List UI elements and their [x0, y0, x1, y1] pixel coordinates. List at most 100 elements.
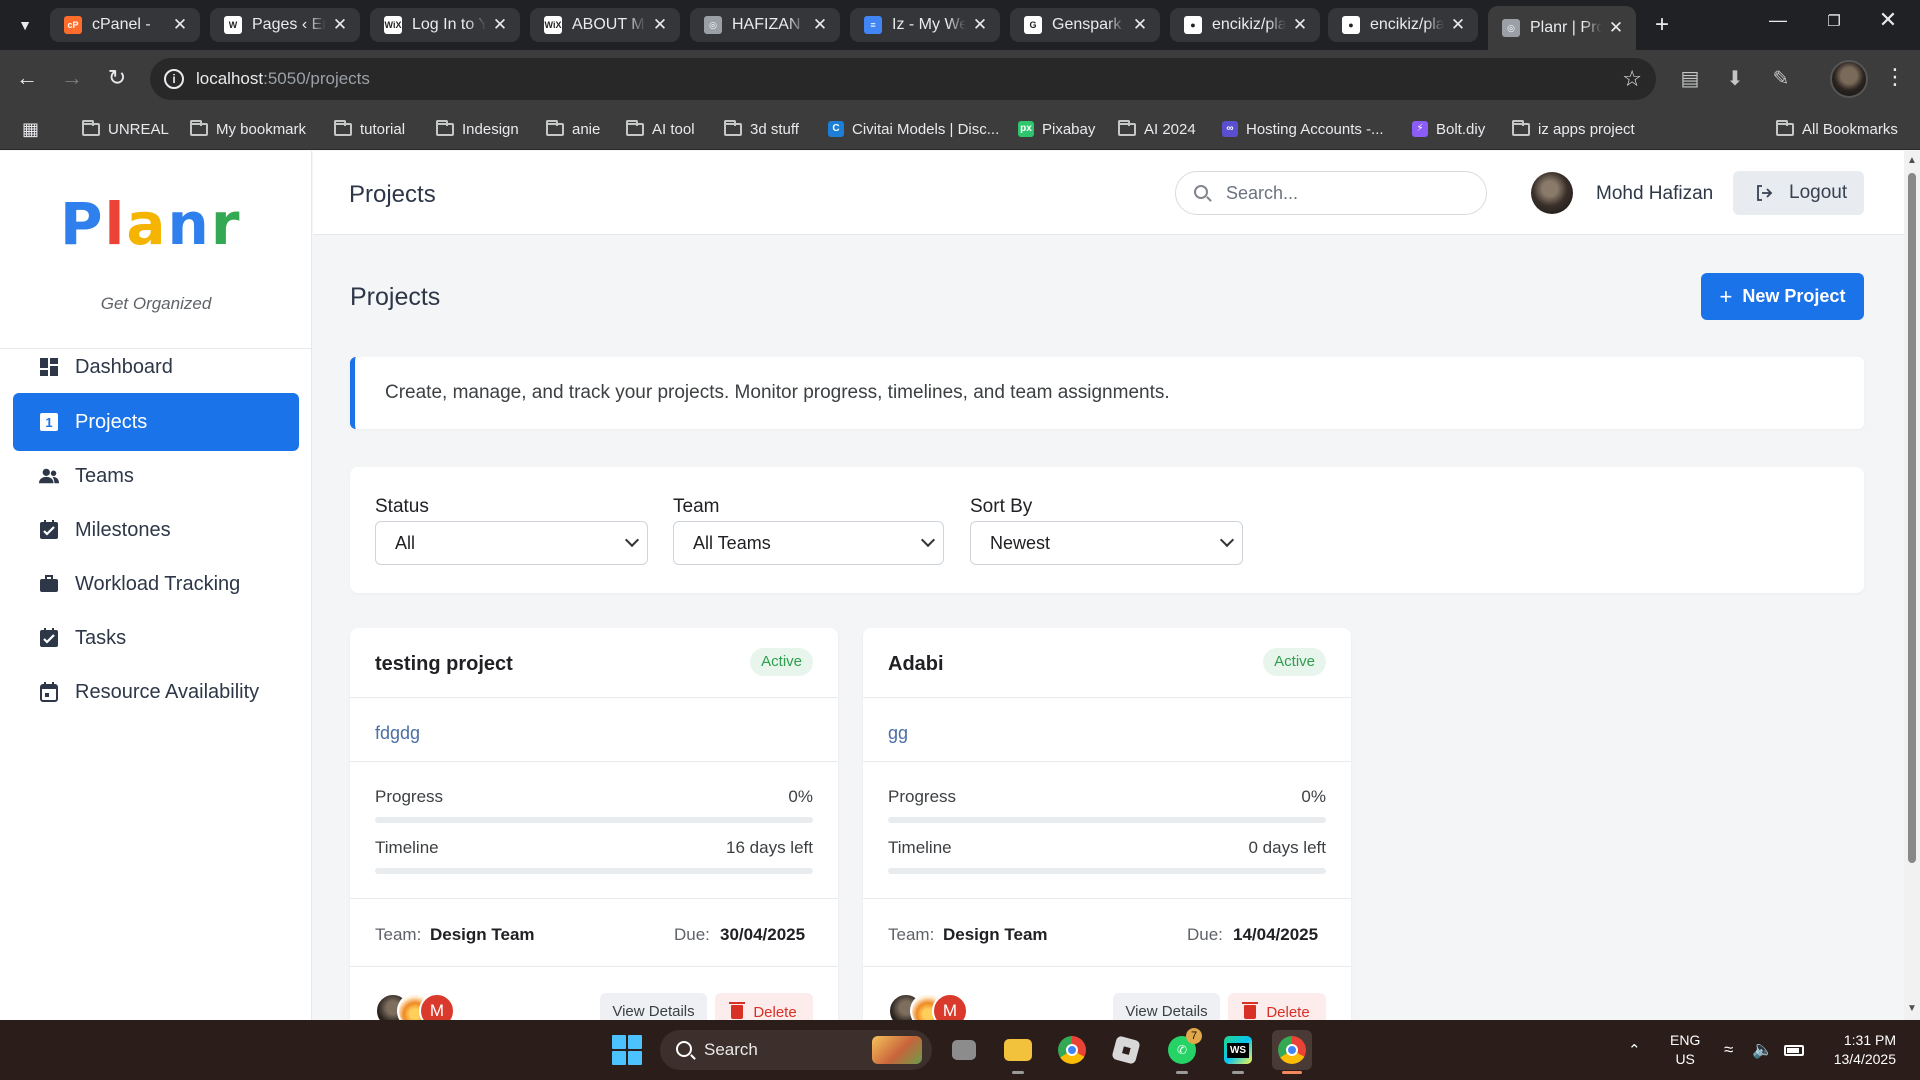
restore-icon[interactable]: ❐	[1814, 12, 1854, 30]
browser-tab[interactable]: G Genspark - ✕	[1010, 8, 1160, 42]
browser-profile-avatar[interactable]	[1830, 60, 1868, 98]
whatsapp-badge: 7	[1186, 1028, 1202, 1044]
sidebar-item-projects[interactable]: 1 Projects	[13, 393, 299, 451]
tab-close-icon[interactable]: ✕	[172, 15, 188, 35]
tab-close-icon[interactable]: ✕	[1132, 15, 1148, 35]
roblox-icon[interactable]	[1106, 1030, 1146, 1070]
chrome-profile-icon[interactable]	[1272, 1030, 1312, 1074]
logout-button[interactable]: Logout	[1733, 171, 1864, 215]
tab-close-icon[interactable]: ✕	[1292, 15, 1308, 35]
bookmark-item[interactable]: AI 2024	[1118, 116, 1196, 142]
planr-logo[interactable]: Planr	[60, 195, 241, 253]
scroll-up-icon[interactable]: ▲	[1907, 155, 1917, 166]
bookmark-star-icon[interactable]: ☆	[1622, 66, 1642, 92]
site-info-icon[interactable]: i	[164, 69, 184, 89]
tab-search-icon[interactable]: ▼	[12, 12, 38, 38]
browser-tab[interactable]: ● encikiz/pla ✕	[1328, 8, 1478, 42]
window-close-icon[interactable]: ✕	[1868, 7, 1908, 33]
project-title[interactable]: Adabi	[888, 653, 944, 676]
bookmark-label: anie	[572, 120, 601, 138]
bookmark-item[interactable]: px Pixabay	[1018, 116, 1095, 142]
tab-close-icon[interactable]: ✕	[332, 15, 348, 35]
projects-icon: 1	[39, 412, 59, 432]
search-input[interactable]	[1226, 180, 1476, 206]
browser-tab[interactable]: ◎ HAFIZAN P ✕	[690, 8, 840, 42]
taskbar-search[interactable]: Search	[660, 1030, 932, 1070]
wifi-icon[interactable]: ≈	[1724, 1020, 1733, 1080]
volume-icon[interactable]: 🔈	[1752, 1020, 1773, 1080]
browser-tab[interactable]: cP cPanel - ✕	[50, 8, 200, 42]
search-box[interactable]	[1175, 171, 1487, 215]
bookmark-item[interactable]: ⚡ Bolt.diy	[1412, 116, 1485, 142]
avatar[interactable]: M	[419, 993, 455, 1020]
sidebar-item-dashboard[interactable]: Dashboard	[13, 338, 299, 396]
minimize-icon[interactable]: —	[1758, 10, 1798, 31]
progress-label: Progress	[888, 787, 957, 806]
browser-tab[interactable]: WiX ABOUT ME ✕	[530, 8, 680, 42]
windows-start-icon[interactable]	[612, 1035, 642, 1065]
chrome-icon[interactable]	[1052, 1030, 1092, 1070]
sidebar-item-milestones[interactable]: Milestones	[13, 501, 299, 559]
sidebar-item-tasks[interactable]: Tasks	[13, 609, 299, 667]
avatar[interactable]: M	[932, 993, 968, 1020]
browser-tab[interactable]: ◎ Planr | Proj ✕	[1488, 6, 1636, 50]
browser-menu-icon[interactable]: ⋮	[1884, 64, 1906, 90]
filter-team-select[interactable]: All Teams	[673, 521, 944, 565]
browser-tab[interactable]: ● encikiz/pla ✕	[1170, 8, 1320, 42]
sidebar-item-resource-availability[interactable]: Resource Availability	[13, 663, 299, 721]
bookmark-item[interactable]: AI tool	[626, 116, 695, 142]
tab-close-icon[interactable]: ✕	[1450, 15, 1466, 35]
bookmark-item[interactable]: tutorial	[334, 116, 405, 142]
delete-button[interactable]: Delete	[715, 993, 813, 1020]
extensions-icon[interactable]: ✎	[1768, 66, 1794, 92]
view-details-button[interactable]: View Details	[1113, 993, 1220, 1020]
project-title[interactable]: testing project	[375, 653, 513, 676]
task-view-icon[interactable]	[944, 1030, 984, 1070]
clipboard-icon[interactable]: ▤	[1677, 66, 1703, 92]
tab-close-icon[interactable]: ✕	[1608, 18, 1624, 38]
webstorm-icon[interactable]: WS	[1218, 1030, 1258, 1074]
browser-tab[interactable]: ≡ Iz - My We ✕	[850, 8, 1000, 42]
back-icon[interactable]: ←	[12, 64, 42, 94]
bookmark-item[interactable]: Indesign	[436, 116, 519, 142]
scroll-down-icon[interactable]: ▼	[1907, 1003, 1917, 1014]
apps-grid-icon[interactable]: ▦	[22, 116, 39, 142]
sidebar-item-teams[interactable]: Teams	[13, 447, 299, 505]
whatsapp-icon[interactable]: ✆ 7	[1162, 1028, 1202, 1074]
address-bar[interactable]: i localhost:5050/projects ☆	[150, 58, 1656, 100]
bookmark-item[interactable]: iz apps project	[1512, 116, 1635, 142]
sidebar-item-workload-tracking[interactable]: Workload Tracking	[13, 555, 299, 613]
url-text[interactable]: localhost:5050/projects	[196, 69, 370, 89]
tab-close-icon[interactable]: ✕	[492, 15, 508, 35]
timeline-bar	[375, 868, 813, 874]
tab-close-icon[interactable]: ✕	[972, 15, 988, 35]
reload-icon[interactable]: ↻	[102, 64, 132, 94]
bookmark-item[interactable]: ∞ Hosting Accounts -...	[1222, 116, 1384, 142]
language-indicator[interactable]: ENG US	[1670, 1031, 1700, 1069]
tab-close-icon[interactable]: ✕	[652, 15, 668, 35]
browser-tab[interactable]: WiX Log In to Y ✕	[370, 8, 520, 42]
user-avatar[interactable]	[1531, 172, 1573, 214]
bookmark-item[interactable]: 3d stuff	[724, 116, 799, 142]
delete-button[interactable]: Delete	[1228, 993, 1326, 1020]
tab-close-icon[interactable]: ✕	[812, 15, 828, 35]
all-bookmarks-button[interactable]: All Bookmarks	[1776, 116, 1898, 142]
new-project-button[interactable]: + New Project	[1701, 273, 1864, 320]
view-details-button[interactable]: View Details	[600, 993, 707, 1020]
bookmark-item[interactable]: C Civitai Models | Disc...	[828, 116, 999, 142]
tray-overflow-icon[interactable]: ⌃	[1628, 1020, 1641, 1080]
bookmark-item[interactable]: My bookmark	[190, 116, 306, 142]
taskbar-clock[interactable]: 1:31 PM 13/4/2025	[1822, 1031, 1896, 1069]
battery-icon[interactable]	[1784, 1020, 1804, 1080]
filter-sort-by-select[interactable]: Newest	[970, 521, 1243, 565]
file-explorer-icon[interactable]	[998, 1030, 1038, 1074]
download-icon[interactable]: ⬇	[1722, 66, 1748, 92]
page-scrollbar[interactable]: ▲ ▼	[1904, 151, 1920, 1020]
filter-status-select[interactable]: All	[375, 521, 648, 565]
bookmark-item[interactable]: UNREAL	[82, 116, 169, 142]
forward-icon[interactable]: →	[57, 64, 87, 94]
scrollbar-thumb[interactable]	[1908, 173, 1916, 863]
bookmark-item[interactable]: anie	[546, 116, 600, 142]
browser-tab[interactable]: W Pages ‹ Enc ✕	[210, 8, 360, 42]
new-tab-button[interactable]: +	[1648, 12, 1676, 40]
